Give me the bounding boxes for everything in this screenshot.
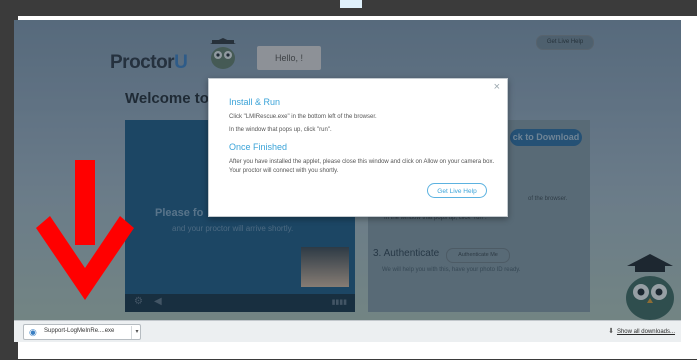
once-finished-text: After you have installed the applet, ple… bbox=[229, 159, 495, 174]
install-run-heading: Install & Run bbox=[229, 97, 281, 107]
install-instructions-dialog: × Install & Run Click "LMIRescue.exe" in… bbox=[208, 78, 508, 217]
get-live-help-button[interactable]: Get Live Help bbox=[427, 183, 487, 198]
tab-highlight bbox=[340, 0, 362, 8]
download-file-icon: ◉ bbox=[29, 327, 37, 337]
download-item[interactable]: ◉ Support-LogMeInRe....exe ▾ bbox=[23, 324, 141, 340]
close-icon[interactable]: × bbox=[494, 81, 500, 93]
show-all-downloads-link[interactable]: ⬇ Show all downloads... bbox=[608, 327, 675, 335]
download-file-name: Support-LogMeInRe....exe bbox=[44, 328, 115, 334]
download-arrow-icon: ⬇ bbox=[608, 328, 614, 335]
install-instruction-2: In the window that pops up, click "run". bbox=[229, 127, 332, 133]
red-down-arrow-icon bbox=[36, 160, 134, 300]
download-shelf: ◉ Support-LogMeInRe....exe ▾ ⬇ Show all d… bbox=[14, 320, 681, 342]
chevron-down-icon[interactable]: ▾ bbox=[131, 326, 142, 339]
install-instruction-1: Click "LMIRescue.exe" in the bottom left… bbox=[229, 114, 377, 120]
once-finished-heading: Once Finished bbox=[229, 142, 288, 152]
